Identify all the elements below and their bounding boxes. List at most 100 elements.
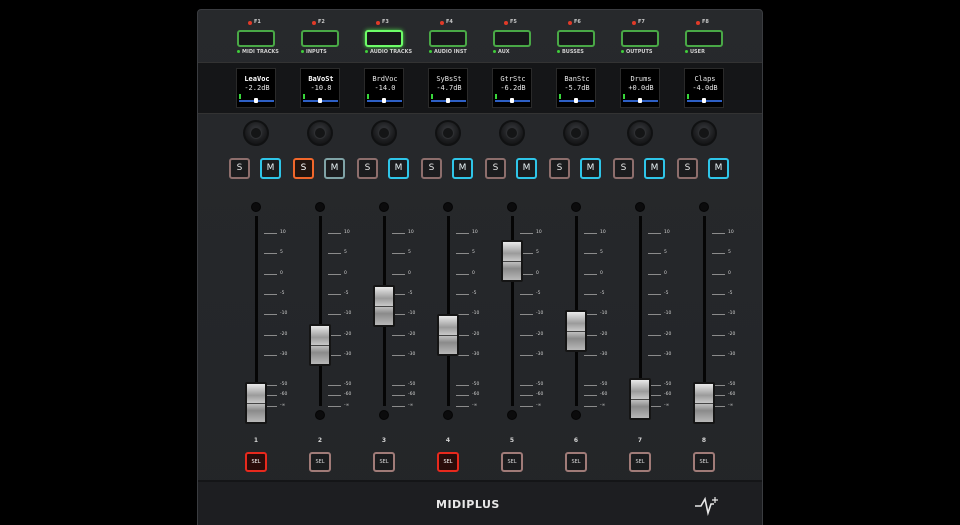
brand-panel: MIDIPLUS [198, 480, 762, 525]
level-meter [367, 94, 369, 99]
mute-button[interactable]: M [644, 158, 665, 179]
pan-indicator [509, 98, 514, 103]
scale-tick [520, 335, 533, 336]
scale-label: 10 [536, 230, 542, 235]
fader-cap[interactable] [309, 324, 331, 366]
fader-cap[interactable] [501, 240, 523, 283]
fkey-status-led [621, 50, 624, 53]
channel-display: BrdVoc -14.0 [364, 68, 404, 108]
scale-tick [392, 335, 405, 336]
channel-number: 1 [253, 437, 259, 444]
fader-cap[interactable] [373, 285, 395, 327]
select-button[interactable]: SEL [437, 452, 459, 472]
fkey-status-led [365, 50, 368, 53]
mute-button[interactable]: M [580, 158, 601, 179]
fader-bottom-screw [507, 410, 517, 420]
scale-label: -5 [600, 291, 605, 296]
level-meter [559, 94, 561, 99]
solo-button[interactable]: S [613, 158, 634, 179]
scale-label: 5 [408, 250, 411, 255]
scale-label: -60 [280, 392, 288, 397]
mute-button[interactable]: M [452, 158, 473, 179]
rotary-encoder-knob[interactable] [243, 120, 269, 146]
rotary-encoder-knob[interactable] [307, 120, 333, 146]
select-button[interactable]: SEL [565, 452, 587, 472]
solo-button[interactable]: S [549, 158, 570, 179]
scale-tick [392, 355, 405, 356]
scale-label: 5 [536, 250, 539, 255]
select-button[interactable]: SEL [309, 452, 331, 472]
fader-cap[interactable] [245, 382, 267, 425]
fader-cap[interactable] [629, 378, 651, 421]
scale-label: -∞ [728, 403, 734, 408]
scale-label: -20 [280, 332, 288, 337]
select-button[interactable]: SEL [501, 452, 523, 472]
fader-cap[interactable] [565, 309, 587, 352]
fkey-button-f7[interactable] [621, 30, 659, 47]
scale-tick [520, 395, 533, 396]
mute-button[interactable]: M [388, 158, 409, 179]
scale-label: 0 [472, 271, 475, 276]
fkey-label: BUSSES [562, 49, 584, 55]
fkey-indicator-led [376, 21, 380, 25]
fkey-button-f2[interactable] [301, 30, 339, 47]
fkey-button-f8[interactable] [685, 30, 723, 47]
track-name: BaVoSt [308, 75, 334, 83]
fkey-button-f3[interactable] [365, 30, 403, 47]
knob-cap [698, 127, 710, 139]
fkey-button-f6[interactable] [557, 30, 595, 47]
fader-cap[interactable] [437, 314, 459, 356]
scale-tick [712, 233, 725, 234]
scale-tick [392, 395, 405, 396]
channel-display: GtrStc -6.2dB [492, 68, 532, 108]
channel-display: BaVoSt -10.8 [300, 68, 340, 108]
scale-label: 0 [280, 271, 283, 276]
fader-cap[interactable] [693, 382, 715, 425]
scale-label: 10 [472, 230, 478, 235]
scale-label: 0 [536, 271, 539, 276]
pan-indicator [573, 98, 578, 103]
solo-button[interactable]: S [229, 158, 250, 179]
scale-tick [264, 335, 277, 336]
fkey-indicator-led [568, 21, 572, 25]
track-volume: -10.8 [310, 84, 332, 92]
select-button[interactable]: SEL [373, 452, 395, 472]
scale-label: -20 [728, 332, 736, 337]
scale-label: -30 [728, 352, 736, 357]
rotary-encoder-knob[interactable] [499, 120, 525, 146]
mute-button[interactable]: M [708, 158, 729, 179]
select-button[interactable]: SEL [629, 452, 651, 472]
scale-tick [328, 314, 341, 315]
fkey-label: MIDI TRACKS [242, 49, 279, 55]
solo-button[interactable]: S [357, 158, 378, 179]
scale-label: -50 [344, 382, 352, 387]
fkey-number-label: F6 [574, 19, 581, 25]
mute-button[interactable]: M [516, 158, 537, 179]
scale-label: -5 [728, 291, 733, 296]
solo-button[interactable]: S [293, 158, 314, 179]
rotary-encoder-knob[interactable] [435, 120, 461, 146]
fkey-indicator-led [632, 21, 636, 25]
fkey-status-led [685, 50, 688, 53]
scale-label: 5 [344, 250, 347, 255]
rotary-encoder-knob[interactable] [563, 120, 589, 146]
solo-button[interactable]: S [421, 158, 442, 179]
fkey-button-f1[interactable] [237, 30, 275, 47]
channel-number: 8 [701, 437, 707, 444]
mute-button[interactable]: M [260, 158, 281, 179]
channel-number: 4 [445, 437, 451, 444]
scale-tick [456, 233, 469, 234]
fkey-button-f5[interactable] [493, 30, 531, 47]
rotary-encoder-knob[interactable] [691, 120, 717, 146]
fkey-button-f4[interactable] [429, 30, 467, 47]
scale-label: -20 [344, 332, 352, 337]
select-button[interactable]: SEL [245, 452, 267, 472]
solo-button[interactable]: S [485, 158, 506, 179]
scale-tick [712, 335, 725, 336]
rotary-encoder-knob[interactable] [627, 120, 653, 146]
rotary-encoder-knob[interactable] [371, 120, 397, 146]
mute-button[interactable]: M [324, 158, 345, 179]
solo-button[interactable]: S [677, 158, 698, 179]
select-button[interactable]: SEL [693, 452, 715, 472]
scale-label: -5 [408, 291, 413, 296]
